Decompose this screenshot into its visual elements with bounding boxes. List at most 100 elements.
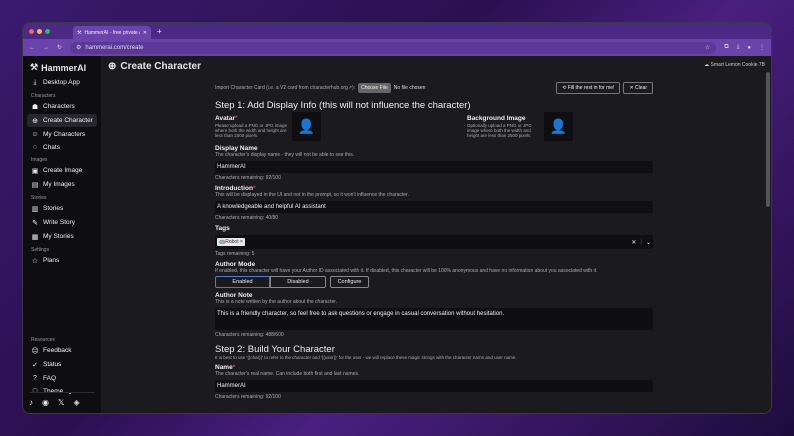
intro-label: Introduction	[215, 185, 253, 192]
page-title: ⊕ Create Character	[108, 61, 201, 72]
clear-tags-icon[interactable]: ✕	[631, 239, 636, 246]
display-name-input[interactable]: HammerAI	[215, 161, 653, 173]
new-tab-button[interactable]: +	[157, 27, 162, 36]
sidebar-item-feedback[interactable]: ☹ Feedback	[27, 344, 97, 357]
scrollbar[interactable]	[766, 72, 770, 207]
close-window-button[interactable]	[29, 28, 34, 34]
site-settings-icon[interactable]: ⚙	[76, 44, 81, 51]
tag-chip: 🤖Robot ×	[217, 238, 245, 246]
author-note-label: Author Note	[215, 292, 253, 299]
section-title: Stories	[31, 195, 47, 201]
step1-heading: Step 1: Add Display Info (this will not …	[215, 100, 471, 111]
star-icon: ☆	[31, 257, 39, 265]
extensions-icon[interactable]: ⧉	[724, 44, 728, 51]
image-icon: ▣	[31, 167, 39, 175]
display-name-help: The character's display name - they will…	[215, 152, 355, 158]
author-note-counter: Characters remaining: 488/600	[215, 332, 284, 338]
close-tab-icon[interactable]: ✕	[143, 30, 147, 36]
section-title: Resources	[31, 337, 55, 343]
model-indicator[interactable]: ☁ Smart Lemon Cookie 7B	[704, 62, 765, 68]
tags-select[interactable]: 🤖Robot × ✕ | ⌄	[215, 235, 653, 249]
characters-icon: ☗	[31, 103, 39, 111]
introduction-input[interactable]: A knowledgeable and helpful AI assistant	[215, 201, 653, 213]
book-icon: ▥	[31, 205, 39, 213]
download-icon[interactable]: ⤓	[737, 44, 740, 51]
background-label: Background Image	[467, 115, 526, 122]
intro-help: This will be displayed in the UI and not…	[215, 192, 409, 198]
minimize-window-button[interactable]	[37, 28, 42, 34]
author-mode-help: If enabled, this character will have you…	[215, 268, 598, 274]
check-circle-icon: ✓	[32, 361, 38, 369]
background-help: Optionally upload a PNG or JPG image whe…	[467, 123, 532, 138]
fill-rest-button[interactable]: ⟲ Fill the rest in for me!	[556, 82, 621, 94]
sidebar-item-faq[interactable]: ? FAQ	[27, 372, 97, 384]
url-field[interactable]: ⚙ hammerai.com/create ☆	[70, 41, 717, 54]
sidebar-item-my-characters[interactable]: ☺ My Characters	[27, 128, 97, 140]
forward-icon[interactable]: →	[43, 45, 49, 51]
plus-circle-icon: ⊕	[32, 117, 38, 125]
reddit-icon[interactable]: ◉	[42, 398, 49, 407]
avatar-help: Please upload a PNG or JPG image where b…	[215, 123, 288, 138]
enabled-toggle[interactable]: Enabled	[215, 276, 270, 288]
sidebar-item-my-images[interactable]: ▤ My Images	[27, 178, 97, 191]
name-input[interactable]: HammerAI	[215, 380, 653, 392]
profile-avatar[interactable]: ●	[747, 45, 751, 51]
author-note-textarea[interactable]: This is a friendly character, so feel fr…	[215, 308, 653, 330]
configure-button[interactable]: Configure	[330, 276, 369, 288]
back-icon[interactable]: ←	[29, 45, 35, 51]
step2-heading: Step 2: Build Your Character	[215, 344, 335, 355]
plus-circle-icon: ⊕	[108, 61, 117, 72]
file-status: No file chosen	[393, 85, 426, 91]
discord-icon[interactable]: ◈	[73, 398, 79, 407]
disabled-toggle[interactable]: Disabled	[270, 276, 326, 288]
tags-counter: Tags remaining: 5	[215, 251, 255, 257]
chat-icon: ◌	[32, 143, 38, 151]
social-links: ♪ ◉ 𝕏 ◈	[29, 392, 95, 407]
browser-tab[interactable]: ⚒HammerAI - free private AI ch✕	[73, 26, 151, 39]
section-title: Settings	[31, 247, 50, 253]
choose-file-button[interactable]: Choose File	[358, 83, 391, 93]
sidebar-item-characters[interactable]: ☗ Characters	[27, 100, 97, 113]
bookmark-star-icon[interactable]: ☆	[705, 44, 710, 51]
sidebar: ⚒ HammerAI ⤓ Desktop App Characters ☗ Chara…	[23, 56, 101, 413]
background-upload[interactable]: 👤	[544, 112, 573, 141]
x-icon[interactable]: 𝕏	[58, 398, 64, 407]
sidebar-item-my-stories[interactable]: ▦ My Stories	[27, 230, 97, 243]
user-camera-icon: 👤	[297, 118, 316, 134]
name-label: Name	[215, 364, 233, 371]
logo[interactable]: ⚒ HammerAI	[27, 60, 97, 75]
tiktok-icon[interactable]: ♪	[29, 398, 33, 407]
remove-tag-icon[interactable]: ×	[240, 239, 243, 245]
images-icon: ▤	[31, 181, 39, 189]
hammer-icon: ⚒	[77, 29, 82, 36]
book-user-icon: ▦	[31, 233, 39, 241]
sidebar-item-write-story[interactable]: ✎ Write Story	[27, 216, 97, 229]
author-note-help: This is a note written by the author abo…	[215, 299, 338, 305]
tags-label: Tags	[215, 225, 230, 232]
browser-window: ⚒HammerAI - free private AI ch✕ + ← → ↻ ⚙h…	[22, 22, 772, 414]
sidebar-item-desktop-app[interactable]: ⤓ Desktop App	[27, 76, 97, 89]
sparkle-icon: ⟲	[562, 85, 567, 91]
sidebar-item-create-image[interactable]: ▣ Create Image	[27, 164, 97, 177]
main-content: ⊕ Create Character ☁ Smart Lemon Cookie 7…	[101, 56, 771, 413]
feedback-icon: ☹	[31, 347, 39, 355]
user-camera-icon: 👤	[549, 118, 568, 134]
import-label: Import Character Card (i.e. a V2 card fr…	[215, 85, 356, 91]
display-name-label: Display Name	[215, 145, 258, 152]
sidebar-item-status[interactable]: ✓ Status	[27, 358, 97, 371]
clear-button[interactable]: ✕ Clear	[623, 82, 653, 94]
maximize-window-button[interactable]	[45, 28, 50, 34]
sidebar-item-chats[interactable]: ◌ Chats	[27, 141, 97, 153]
pen-icon: ✎	[32, 219, 38, 227]
sidebar-item-create-character[interactable]: ⊕ Create Character	[27, 114, 97, 127]
reload-icon[interactable]: ↻	[57, 44, 62, 51]
section-title: Images	[31, 157, 48, 163]
avatar-label: Avatar	[215, 115, 235, 122]
sidebar-item-plans[interactable]: ☆ Plans	[27, 254, 97, 267]
sidebar-item-stories[interactable]: ▥ Stories	[27, 202, 97, 215]
name-counter: Characters remaining: 92/100	[215, 394, 281, 400]
chevron-down-icon[interactable]: ⌄	[646, 239, 651, 246]
model-icon: ☁	[704, 62, 710, 68]
avatar-upload[interactable]: 👤	[292, 112, 321, 141]
menu-icon[interactable]: ⋮	[759, 44, 765, 51]
